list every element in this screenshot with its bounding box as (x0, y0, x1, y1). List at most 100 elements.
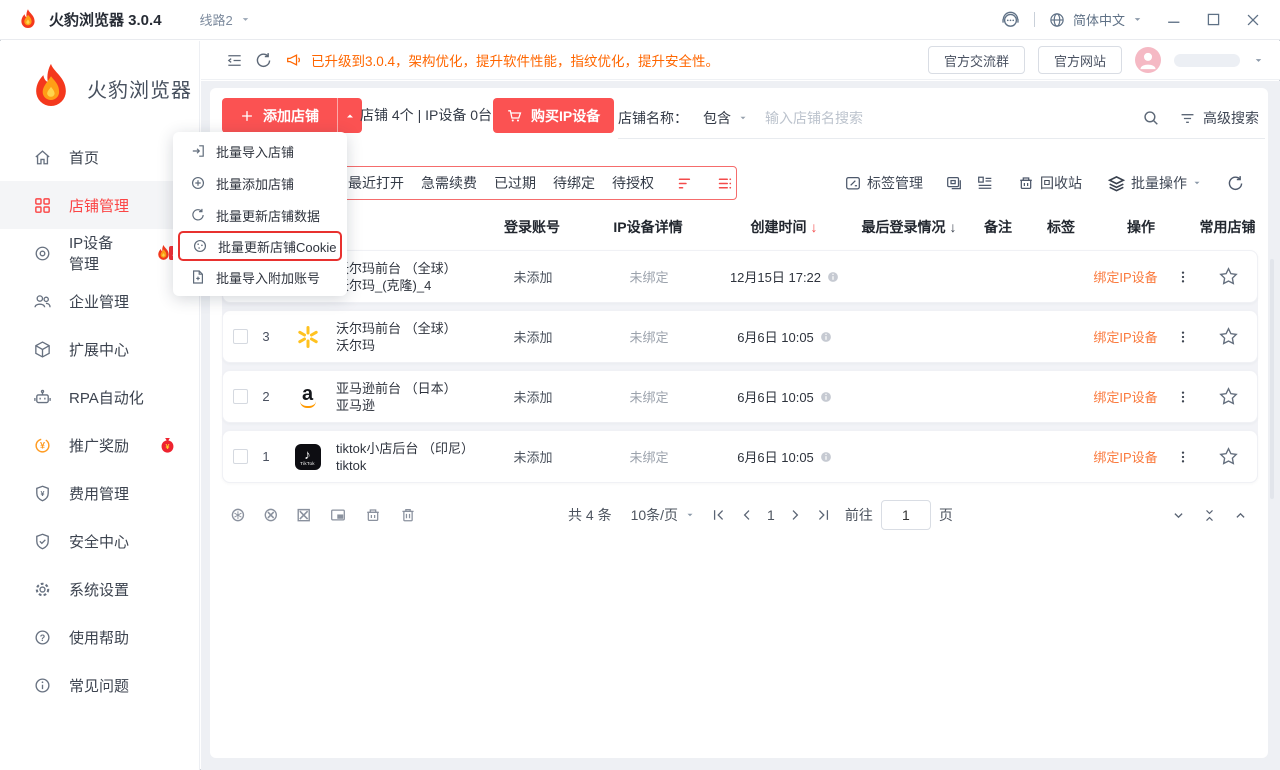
bind-ip-device-link[interactable]: 绑定IP设备 (1093, 327, 1157, 346)
menu-item-batch-update-store-data[interactable]: 批量更新店铺数据 (173, 199, 347, 231)
store-name-cell[interactable]: tiktok小店后台 （印尼） tiktok (336, 440, 478, 474)
info-icon[interactable] (826, 270, 840, 284)
chevron-down-icon[interactable] (685, 510, 695, 520)
buy-ip-device-button[interactable]: 购买IP设备 (493, 98, 615, 133)
sidebar-item-help[interactable]: 使用帮助 (0, 613, 199, 661)
row-checkbox[interactable] (233, 449, 248, 464)
refresh-table-icon[interactable] (1226, 174, 1245, 193)
line-selector[interactable]: 线路2 (200, 10, 251, 29)
chevron-down-icon[interactable] (1253, 55, 1264, 66)
page-size-select[interactable]: 10条/页 (631, 505, 678, 525)
recycle-bin-icon[interactable] (364, 506, 382, 524)
goto-page-input[interactable] (880, 500, 931, 530)
sidebar-item-ip-device[interactable]: IP设备管理 HOT (0, 229, 199, 277)
sidebar-item-home[interactable]: 首页 (0, 133, 199, 181)
sidebar-item-extension-center[interactable]: 扩展中心 (0, 325, 199, 373)
chevron-down-icon[interactable] (1171, 508, 1186, 523)
support-chat-icon[interactable] (1000, 9, 1021, 30)
star-icon[interactable] (1218, 266, 1239, 287)
window-view-icon[interactable] (945, 174, 963, 192)
chevron-up-icon[interactable] (1233, 508, 1248, 523)
current-page[interactable]: 1 (767, 507, 775, 523)
tag-manage-button[interactable]: 标签管理 (844, 173, 923, 193)
last-page-icon[interactable] (815, 507, 831, 523)
store-name-cell[interactable]: 亚马逊前台 （日本） 亚马逊 (336, 380, 478, 414)
menu-item-batch-update-store-cookie[interactable]: 批量更新店铺Cookie (178, 231, 342, 261)
sidebar-item-security-center[interactable]: 安全中心 (0, 517, 199, 565)
shield-check-icon (33, 532, 52, 551)
col-created-time[interactable]: 创建时间 ↓ (709, 217, 859, 237)
info-icon[interactable] (819, 390, 833, 404)
info-icon[interactable] (819, 450, 833, 464)
sidebar-item-promotion-reward[interactable]: 推广奖励 (0, 421, 199, 469)
list-layout-icon[interactable] (976, 174, 994, 192)
minimize-icon[interactable] (1165, 11, 1183, 29)
star-icon[interactable] (1218, 326, 1239, 347)
refresh-icon[interactable] (254, 51, 273, 70)
search-icon[interactable] (1142, 109, 1160, 127)
bind-ip-device-link[interactable]: 绑定IP设备 (1093, 447, 1157, 466)
chevron-down-icon[interactable] (1132, 14, 1143, 25)
star-icon[interactable] (1218, 386, 1239, 407)
add-store-split-button[interactable]: 添加店铺 (222, 98, 362, 133)
circle-x-icon[interactable]: ⊗ (263, 505, 279, 525)
close-icon[interactable] (1244, 11, 1262, 29)
sort-arrow-created[interactable]: ↓ (810, 219, 817, 235)
store-name-cell[interactable]: 沃尔玛前台 （全球） 沃尔玛_(克隆)_4 (336, 260, 478, 294)
row-checkbox[interactable] (233, 389, 248, 404)
store-search-input[interactable]: 输入店铺名搜索 (765, 108, 1142, 128)
maximize-icon[interactable] (1205, 11, 1222, 28)
chevron-down-icon[interactable] (738, 113, 748, 123)
search-operator-select[interactable]: 包含 (703, 108, 731, 128)
sort-list-icon[interactable] (717, 175, 734, 192)
official-site-button[interactable]: 官方网站 (1037, 46, 1122, 74)
tab-recently-opened[interactable]: 最近打开 (348, 173, 404, 193)
square-x-icon[interactable]: ⊠ (296, 505, 312, 525)
operations-cell: 绑定IP设备 (1086, 327, 1198, 346)
menu-item-batch-add-stores[interactable]: 批量添加店铺 (173, 167, 347, 199)
more-dots-icon[interactable] (1175, 329, 1191, 345)
add-store-dropdown-toggle[interactable] (337, 98, 362, 133)
globe-icon[interactable] (1048, 11, 1066, 29)
more-dots-icon[interactable] (1175, 389, 1191, 405)
sort-descending-icon[interactable] (677, 175, 694, 192)
avatar[interactable] (1135, 47, 1161, 73)
sidebar-item-faq[interactable]: 常见问题 (0, 661, 199, 709)
language-selector[interactable]: 简体中文 (1073, 10, 1125, 29)
trash-icon[interactable] (399, 506, 417, 524)
advanced-search[interactable]: 高级搜索 (1179, 108, 1259, 128)
store-name-cell[interactable]: 沃尔玛前台 （全球） 沃尔玛 (336, 320, 478, 354)
add-store-button[interactable]: 添加店铺 (222, 98, 337, 133)
first-page-icon[interactable] (711, 507, 727, 523)
recycle-bin-button[interactable]: 回收站 (1017, 173, 1082, 193)
scrollbar[interactable] (1270, 259, 1274, 499)
bind-ip-device-link[interactable]: 绑定IP设备 (1093, 267, 1157, 286)
sidebar-item-system-settings[interactable]: 系统设置 (0, 565, 199, 613)
tab-to-bind[interactable]: 待绑定 (553, 173, 595, 193)
sidebar-item-enterprise[interactable]: 企业管理 (0, 277, 199, 325)
tab-expired[interactable]: 已过期 (494, 173, 536, 193)
official-group-button[interactable]: 官方交流群 (927, 46, 1025, 74)
info-icon[interactable] (819, 330, 833, 344)
row-checkbox[interactable] (233, 329, 248, 344)
collapse-vertical-icon[interactable] (1202, 508, 1217, 523)
sidebar-item-rpa[interactable]: RPA自动化 (0, 373, 199, 421)
sidebar-item-store-management[interactable]: 店铺管理 (0, 181, 199, 229)
menu-item-batch-import-stores[interactable]: 批量导入店铺 (173, 135, 347, 167)
next-page-icon[interactable] (787, 507, 803, 523)
tab-to-authorize[interactable]: 待授权 (612, 173, 654, 193)
image-window-icon[interactable] (329, 506, 347, 524)
aperture-icon[interactable]: ⊛ (230, 505, 246, 525)
more-dots-icon[interactable] (1175, 269, 1191, 285)
sort-arrow-last-login[interactable]: ↓ (949, 219, 956, 235)
collapse-panel-icon[interactable] (225, 51, 244, 70)
star-icon[interactable] (1218, 446, 1239, 467)
prev-page-icon[interactable] (739, 507, 755, 523)
batch-operations-button[interactable]: 批量操作 (1107, 173, 1202, 193)
sidebar-item-fee-management[interactable]: 费用管理 (0, 469, 199, 517)
more-dots-icon[interactable] (1175, 449, 1191, 465)
col-last-login[interactable]: 最后登录情况 ↓ (859, 217, 959, 237)
tab-renewal-needed[interactable]: 急需续费 (421, 173, 477, 193)
bind-ip-device-link[interactable]: 绑定IP设备 (1093, 387, 1157, 406)
menu-item-batch-import-extra-accounts[interactable]: 批量导入附加账号 (173, 261, 347, 293)
